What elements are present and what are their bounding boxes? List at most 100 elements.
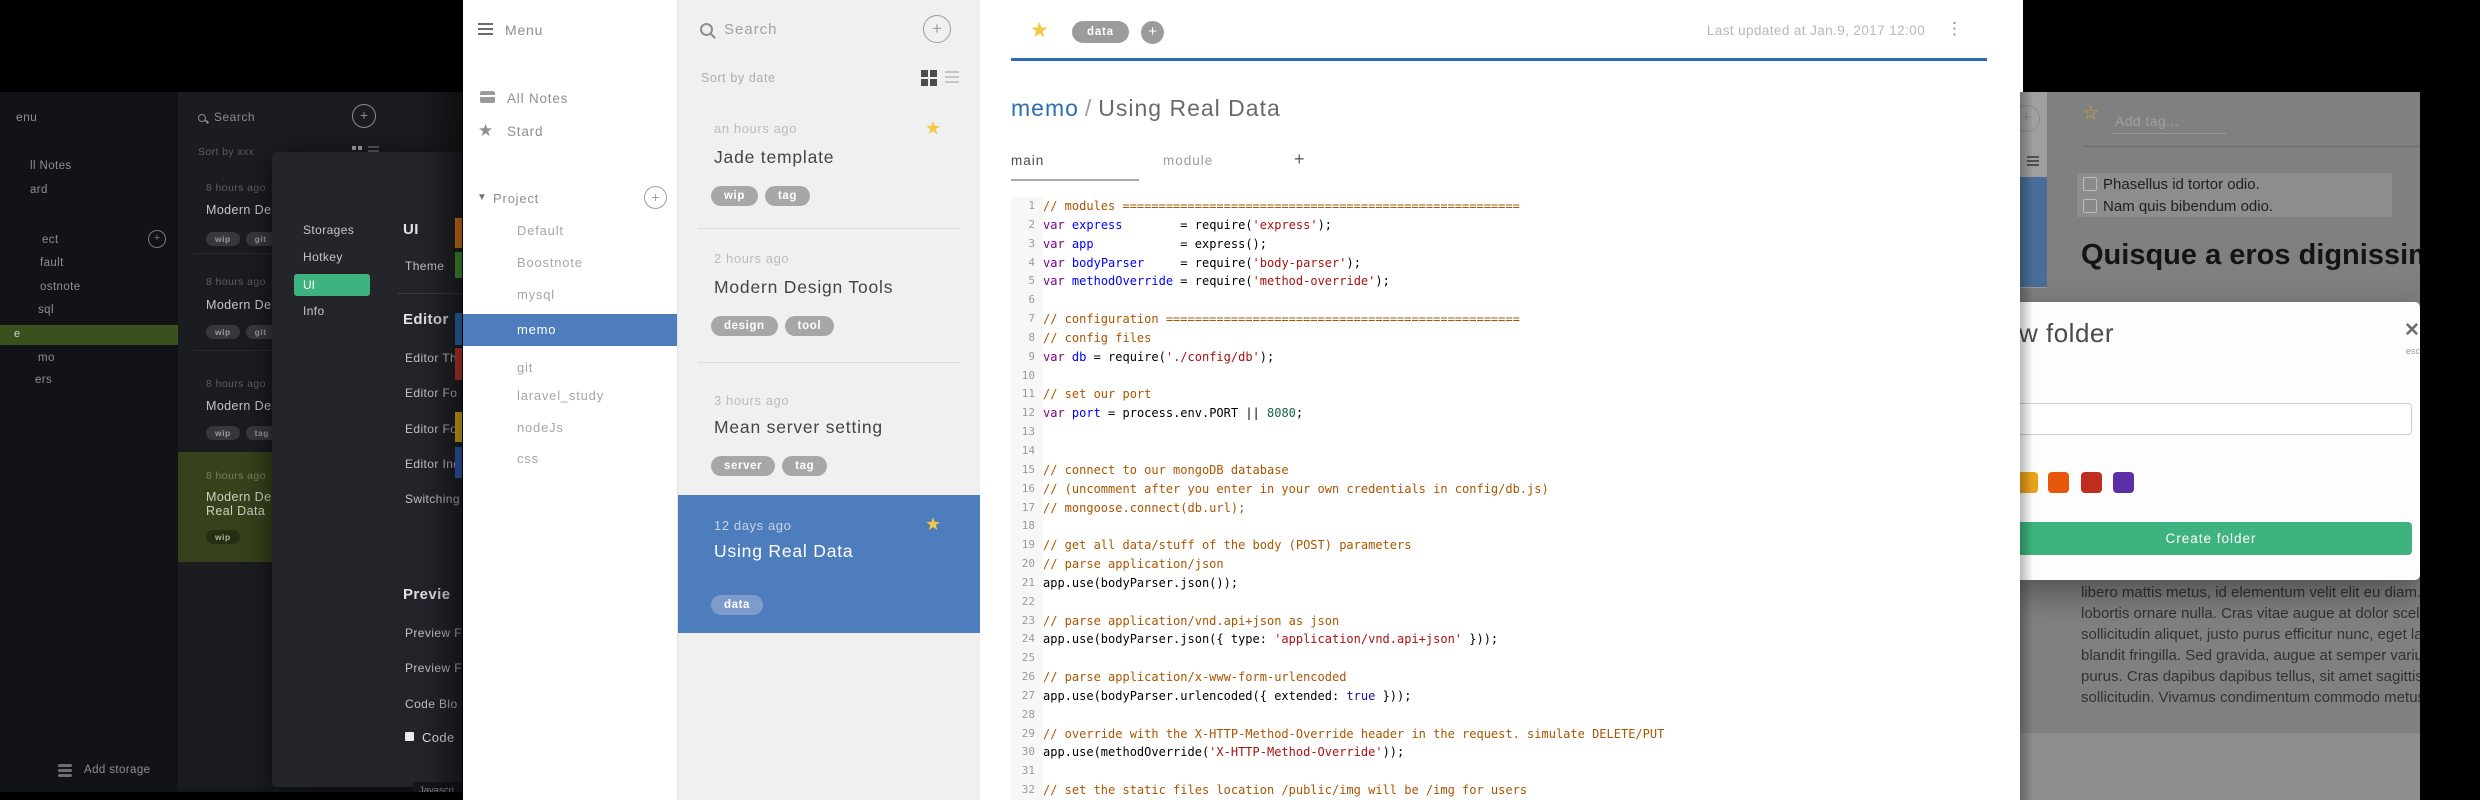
- divider: [194, 350, 274, 351]
- breadcrumb-folder[interactable]: memo: [1011, 95, 1079, 121]
- grid-view-icon[interactable]: [921, 70, 928, 77]
- folder-name-input[interactable]: [2020, 403, 2412, 435]
- theme-swatch[interactable]: [455, 218, 462, 248]
- dark-search-input[interactable]: Search: [214, 110, 255, 124]
- note-title: Modern Des: [206, 399, 279, 413]
- settings-nav-ui-selected[interactable]: UI: [294, 274, 370, 296]
- star-outline-icon: ☆: [2082, 103, 2100, 124]
- dark-folder-item[interactable]: mo: [38, 352, 55, 364]
- sidebar-folder-laravel[interactable]: laravel_study: [517, 388, 604, 403]
- dark-sort-label[interactable]: Sort by xxx: [198, 146, 254, 158]
- grid-view-icon[interactable]: [352, 146, 356, 150]
- note-tag: tag: [764, 186, 811, 206]
- sidebar-folder-memo-selected[interactable]: memo: [463, 314, 677, 346]
- hamburger-menu-icon[interactable]: [478, 23, 493, 25]
- settings-nav-storages[interactable]: Storages: [303, 223, 354, 237]
- divider: [194, 253, 274, 254]
- todo-label: Phasellus id tortor odio.: [2103, 176, 2260, 193]
- tab-module[interactable]: module: [1163, 153, 1213, 168]
- note-tag: tool: [784, 316, 835, 336]
- settings-dropdown[interactable]: Javascri: [413, 782, 462, 792]
- sidebar-item-all-notes[interactable]: All Notes: [507, 91, 568, 106]
- settings-preview-heading: Previe: [403, 586, 451, 603]
- settings-row: Code Blo: [405, 697, 458, 711]
- note-title: Jade template: [714, 147, 835, 167]
- color-swatch-orange[interactable]: [2048, 472, 2069, 493]
- note-tag: wip: [711, 186, 758, 206]
- divider: [698, 228, 961, 229]
- note-title: Modern Design Tools: [714, 277, 894, 297]
- divider: [398, 293, 462, 294]
- sidebar-folder-git[interactable]: git: [517, 360, 533, 375]
- dark-sidebar-all-notes[interactable]: ll Notes: [30, 160, 72, 172]
- dark-sidebar-project[interactable]: ect: [42, 234, 59, 246]
- code-editor[interactable]: 1// modules ============================…: [1011, 197, 2011, 800]
- note-title: Using Real Data: [714, 541, 854, 561]
- paragraph-line: libero mattis metus, id elementum velit …: [2081, 584, 2420, 601]
- add-tag-button[interactable]: +: [1141, 21, 1164, 44]
- tab-main[interactable]: main: [1011, 153, 1044, 168]
- note-tag: design: [711, 316, 778, 336]
- dark-add-storage[interactable]: Add storage: [84, 764, 150, 776]
- new-note-button[interactable]: +: [923, 15, 951, 43]
- sidebar-folder-default[interactable]: Default: [517, 223, 564, 238]
- color-swatch-red[interactable]: [2081, 472, 2102, 493]
- kebab-menu-icon[interactable]: ⋮: [1946, 19, 1963, 39]
- theme-swatch[interactable]: [455, 252, 462, 278]
- note-card-selected[interactable]: 12 days ago ★ Using Real Data data: [678, 495, 981, 633]
- chevron-down-icon[interactable]: ▼: [477, 192, 487, 203]
- sidebar-folder-nodejs[interactable]: nodeJs: [517, 420, 564, 435]
- theme-swatch[interactable]: [455, 412, 462, 442]
- dimmed-paragraph: libero mattis metus, id elementum velit …: [2081, 582, 2420, 708]
- settings-checkbox[interactable]: [405, 732, 414, 741]
- dark-folder-item[interactable]: ostnote: [40, 281, 81, 293]
- note-tag: server: [711, 456, 776, 476]
- dark-sidebar-starred[interactable]: ard: [30, 184, 48, 196]
- dark-note-card-selected[interactable]: 8 hours ago Modern Des Real Data wip: [178, 452, 278, 562]
- dark-sidebar: enu ll Notes ard ect + fault ostnote sql…: [0, 92, 178, 792]
- dark-folder-item[interactable]: ers: [35, 374, 52, 386]
- color-swatch-purple[interactable]: [2113, 472, 2134, 493]
- dark-new-note-button[interactable]: +: [352, 104, 376, 128]
- theme-swatch[interactable]: [455, 313, 462, 345]
- star-icon[interactable]: ★: [925, 514, 941, 535]
- sidebar-folder-label: memo: [517, 322, 557, 337]
- note-time: 2 hours ago: [714, 251, 790, 266]
- page-title: Using Real Data: [1098, 95, 1281, 121]
- menu-label[interactable]: Menu: [505, 22, 543, 38]
- list-view-icon[interactable]: [945, 71, 959, 73]
- note-time: 8 hours ago: [206, 470, 266, 482]
- settings-nav-info[interactable]: Info: [303, 304, 325, 318]
- dark-folder-item[interactable]: sql: [38, 304, 54, 316]
- sort-by-dropdown[interactable]: Sort by date: [701, 71, 776, 85]
- create-folder-button[interactable]: Create folder: [2020, 522, 2412, 555]
- dark-folder-item[interactable]: fault: [40, 257, 64, 269]
- dark-add-folder-icon[interactable]: +: [148, 230, 166, 248]
- settings-row: Editor Fo: [405, 386, 458, 400]
- background-window-dimmed: + ☆ Add tag... Phasellus id tortor odio.…: [2020, 92, 2420, 800]
- search-icon: [198, 114, 206, 122]
- settings-checkbox-label: Code: [422, 730, 455, 745]
- sidebar-folder-boostnote[interactable]: Boostnote: [517, 255, 583, 270]
- sidebar-folder-css[interactable]: css: [517, 451, 539, 466]
- sidebar-item-starred[interactable]: Stard: [507, 124, 543, 139]
- theme-swatch[interactable]: [455, 447, 462, 478]
- star-icon[interactable]: ★: [925, 118, 941, 139]
- note-title: Modern Des: [206, 203, 279, 217]
- paragraph-line: sollicitudin. Vivamus condimentum commod…: [2081, 689, 2420, 706]
- dark-folder-item-selected[interactable]: e: [0, 325, 178, 345]
- new-tab-button[interactable]: +: [1294, 149, 1306, 170]
- theme-swatch[interactable]: [455, 348, 462, 380]
- sidebar-folder-mysql[interactable]: mysql: [517, 287, 555, 302]
- dark-settings-dialog: Storages Hotkey UI Info UI Theme Editor …: [272, 152, 462, 792]
- sidebar-project-header[interactable]: Project: [493, 191, 539, 206]
- search-input[interactable]: Search: [724, 21, 778, 38]
- close-icon[interactable]: ✕: [2404, 319, 2420, 342]
- add-folder-icon[interactable]: +: [644, 186, 667, 209]
- list-view-icon[interactable]: [368, 146, 379, 148]
- dark-menu-label[interactable]: enu: [16, 110, 37, 124]
- settings-nav-hotkey[interactable]: Hotkey: [303, 250, 343, 264]
- note-time: 8 hours ago: [206, 182, 266, 194]
- star-toggle-icon[interactable]: ★: [1030, 18, 1049, 43]
- note-tag-pill[interactable]: data: [1072, 21, 1129, 43]
